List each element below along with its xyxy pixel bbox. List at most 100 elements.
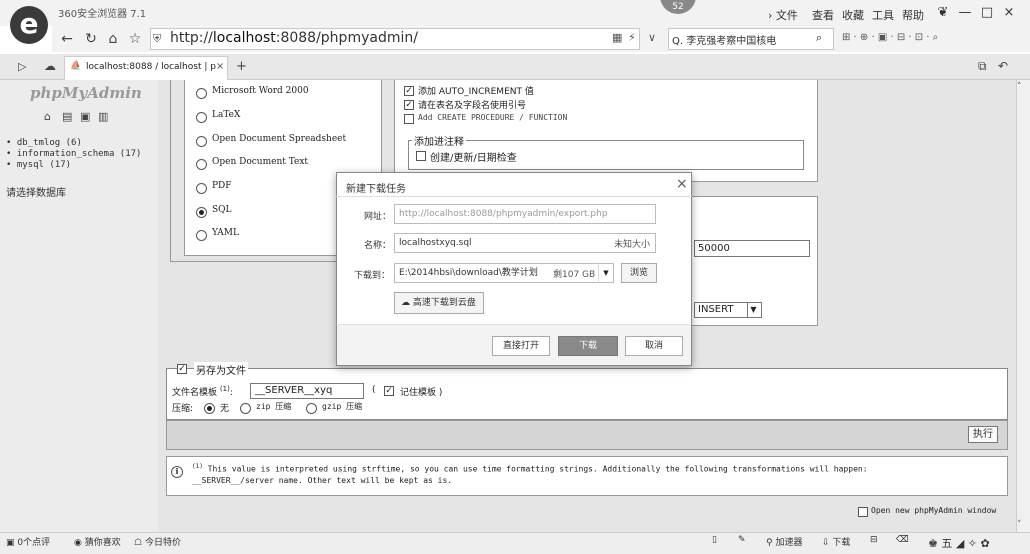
url-label: 网址： bbox=[364, 212, 392, 222]
refresh-icon[interactable]: ↻ bbox=[82, 30, 100, 48]
menu-file[interactable]: › 文件 bbox=[768, 7, 798, 23]
status-tools-icon[interactable]: ✎ bbox=[738, 535, 746, 545]
open-new-window-icon[interactable] bbox=[858, 507, 868, 517]
status-clean-icon[interactable]: ⌫ bbox=[896, 535, 909, 545]
format-radio-latex[interactable] bbox=[196, 112, 207, 123]
format-label-latex: LaTeX bbox=[212, 110, 241, 120]
format-radio-ods[interactable] bbox=[196, 136, 207, 147]
scroll-down-icon[interactable]: ˅ bbox=[1017, 520, 1022, 530]
cloud-icon[interactable]: ☁ bbox=[44, 59, 56, 73]
open-directly-button[interactable]: 直接打开 bbox=[492, 336, 550, 356]
create-procedure-checkbox[interactable] bbox=[404, 114, 414, 124]
home-icon[interactable]: ⌂ bbox=[44, 110, 51, 123]
insert-type-select[interactable]: INSERT ▼ bbox=[694, 302, 762, 318]
filename-template-input[interactable]: __SERVER__xyq bbox=[250, 383, 364, 399]
dialog-close-icon[interactable]: × bbox=[676, 176, 688, 192]
status-comments[interactable]: ▣ 0个点评 bbox=[6, 535, 50, 548]
shield-icon: ⛨ bbox=[153, 32, 162, 45]
status-download[interactable]: ⇩ 下载 bbox=[822, 535, 850, 548]
status-deals[interactable]: ☖ 今日特价 bbox=[134, 535, 181, 548]
save-as-file-legend: 另存为文件 bbox=[194, 362, 248, 377]
date-check-checkbox[interactable] bbox=[416, 151, 426, 161]
go-bar bbox=[166, 420, 1008, 450]
sql-icon[interactable]: ▤ bbox=[62, 110, 72, 123]
browse-button[interactable]: 浏览 bbox=[621, 263, 657, 283]
select-database-hint: 请选择数据库 bbox=[6, 188, 66, 199]
skin-icon[interactable]: ❦ bbox=[932, 4, 954, 22]
db-item-information_schema[interactable]: • information_schema (17) bbox=[6, 149, 141, 159]
status-accelerator[interactable]: ⚲ 加速器 bbox=[766, 535, 802, 548]
format-radio-word[interactable] bbox=[196, 88, 207, 99]
restore-tab-icon[interactable]: ⧉ bbox=[978, 59, 987, 74]
docs-icon[interactable]: ▣ bbox=[80, 110, 90, 123]
search-text[interactable]: Q. 李克强考察中国核电 bbox=[672, 32, 776, 47]
back-icon[interactable]: ← bbox=[58, 30, 76, 48]
go-button[interactable]: 执行 bbox=[968, 426, 998, 443]
scrollbar[interactable] bbox=[1016, 80, 1030, 532]
sidebar-toggle-icon[interactable]: ▷ bbox=[18, 60, 26, 73]
format-radio-sql[interactable] bbox=[196, 207, 207, 218]
db-item-mysql[interactable]: • mysql (17) bbox=[6, 160, 71, 170]
remember-template-checkbox[interactable]: ✓ bbox=[384, 386, 394, 396]
format-label-ods: Open Document Spreadsheet bbox=[212, 134, 347, 144]
paren-open: ( bbox=[372, 385, 376, 395]
minimize-button[interactable]: — bbox=[954, 4, 976, 22]
menu-favorites[interactable]: 收藏 bbox=[842, 7, 864, 23]
browser-logo: e bbox=[10, 6, 48, 44]
format-radio-odt[interactable] bbox=[196, 159, 207, 170]
format-radio-yaml[interactable] bbox=[196, 230, 207, 241]
maximize-button[interactable]: □ bbox=[976, 4, 998, 22]
auto-increment-checkbox[interactable]: ✓ bbox=[404, 86, 414, 96]
quote-names-checkbox[interactable]: ✓ bbox=[404, 100, 414, 110]
date-check-label: 创建/更新/日期检查 bbox=[430, 153, 517, 164]
download-button[interactable]: 下载 bbox=[558, 336, 618, 356]
cloud-icon: ☁ bbox=[401, 298, 410, 308]
name-label: 名称： bbox=[364, 241, 392, 251]
menu-help[interactable]: 帮助 bbox=[902, 7, 924, 23]
chevron-down-icon[interactable]: ∨ bbox=[648, 31, 656, 44]
tab-close-icon[interactable]: × bbox=[216, 61, 224, 72]
favorite-star-icon[interactable]: ☆ bbox=[126, 30, 144, 48]
settings-icon[interactable]: ▥ bbox=[98, 110, 108, 123]
bolt-icon[interactable]: ⚡ bbox=[628, 31, 636, 44]
new-tab-button[interactable]: + bbox=[236, 59, 247, 74]
phpmyadmin-logo[interactable]: phpMyAdmin bbox=[30, 84, 142, 102]
compression-radio-gzip[interactable] bbox=[306, 403, 317, 414]
status-recommend[interactable]: ◉ 猜你喜欢 bbox=[74, 535, 121, 548]
compression-radio-zip[interactable] bbox=[240, 403, 251, 414]
url-field[interactable]: http://localhost:8088/phpmyadmin/export.… bbox=[394, 204, 656, 224]
scroll-up-icon[interactable]: ˄ bbox=[1017, 82, 1022, 92]
comments-legend: 添加进注释 bbox=[412, 133, 466, 148]
menu-view[interactable]: 查看 bbox=[812, 7, 834, 23]
path-dropdown-icon[interactable]: ▼ bbox=[598, 263, 614, 283]
status-window-icon[interactable]: ⊟ bbox=[870, 535, 878, 545]
footnote-line-1: (1) This value is interpreted using strf… bbox=[192, 463, 868, 474]
compression-radio-none[interactable] bbox=[204, 403, 215, 414]
undo-icon[interactable]: ↶ bbox=[998, 59, 1008, 73]
search-icon[interactable]: ⌕ bbox=[816, 31, 822, 45]
address-text[interactable]: http://localhost:8088/phpmyadmin/ bbox=[170, 30, 418, 46]
save-to-label: 下载到： bbox=[354, 271, 391, 281]
close-window-button[interactable]: × bbox=[998, 4, 1020, 22]
compression-label-none: 无 bbox=[220, 404, 230, 414]
chevron-down-icon[interactable]: ▼ bbox=[747, 303, 759, 317]
grid-icon[interactable]: ▦ bbox=[612, 31, 622, 44]
compression-label-zip: zip 压缩 bbox=[256, 402, 292, 411]
status-page-icon[interactable]: ▯ bbox=[712, 535, 717, 545]
filename-template-label: 文件名模板 (1): bbox=[172, 385, 233, 398]
window-title: 360安全浏览器 7.1 bbox=[58, 9, 147, 20]
format-label-yaml: YAML bbox=[212, 228, 239, 238]
cancel-button[interactable]: 取消 bbox=[625, 336, 683, 356]
compression-label-gzip: gzip 压缩 bbox=[322, 402, 363, 411]
save-as-file-checkbox[interactable]: ✓ bbox=[177, 364, 187, 374]
toolbar-extension-icons[interactable]: ⊞ · ⊕ · ▣ · ⊟ · ⊡ · ⌕ bbox=[842, 32, 938, 43]
tab-title[interactable]: localhost:8088 / localhost | p bbox=[86, 62, 216, 72]
max-query-size-input[interactable]: 50000 bbox=[694, 240, 810, 257]
menu-tools[interactable]: 工具 bbox=[872, 7, 894, 23]
cloud-download-button[interactable]: ☁ 高速下载到云盘 bbox=[394, 292, 484, 314]
format-radio-pdf[interactable] bbox=[196, 183, 207, 194]
status-tray-icons[interactable]: ♚ 五 ◢ ✧ ✿ bbox=[928, 535, 990, 551]
home-icon[interactable]: ⌂ bbox=[104, 30, 122, 48]
open-new-window-link[interactable]: Open new phpMyAdmin window bbox=[871, 506, 996, 515]
db-item-db_tmlog[interactable]: • db_tmlog (6) bbox=[6, 138, 82, 148]
